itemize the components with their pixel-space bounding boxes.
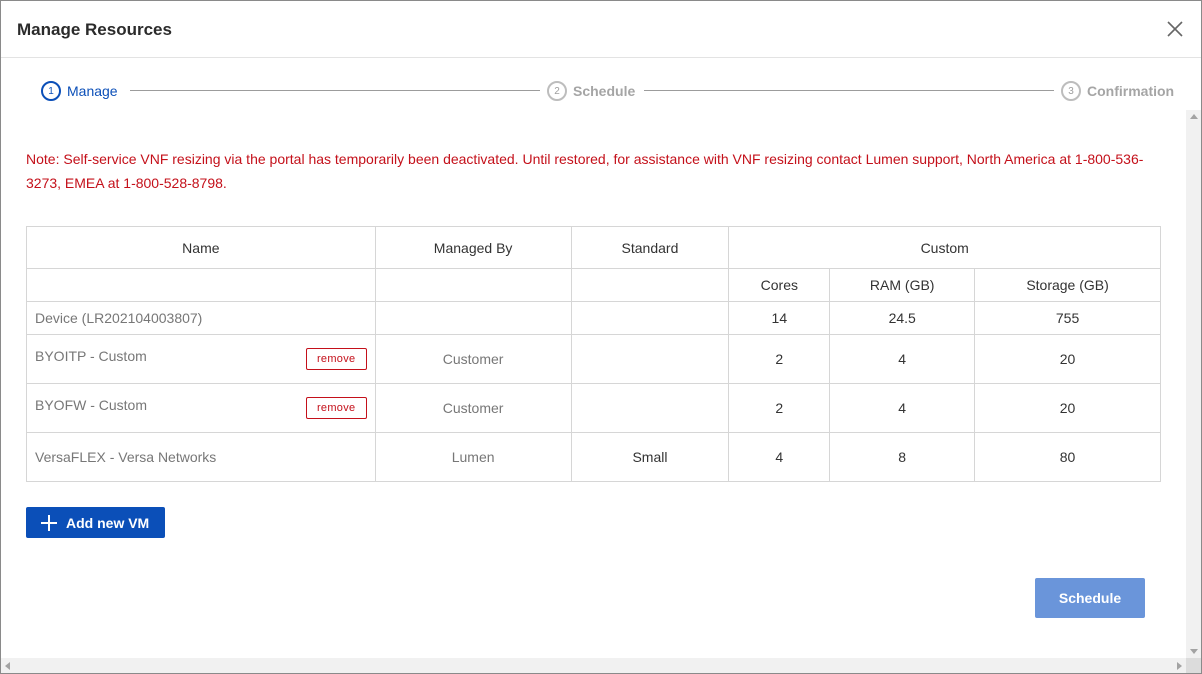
empty-cell (374, 301, 572, 335)
step-connector (644, 90, 1054, 91)
vm-name-cell: VersaFLEX - Versa Networks (26, 432, 376, 482)
vm-name-cell: BYOFW - Custom remove (26, 383, 376, 433)
vm-ram: 4 (829, 334, 976, 384)
dialog-header: Manage Resources (1, 1, 1201, 58)
progress-stepper: 1 Manage 2 Schedule 3 Confirmation (1, 58, 1186, 110)
col-header-custom: Custom (728, 226, 1161, 269)
step-confirmation: 3 Confirmation (1061, 81, 1174, 101)
table-row: VersaFLEX - Versa Networks Lumen Small 4… (26, 432, 1161, 482)
vm-cores: 2 (728, 383, 831, 433)
remove-button[interactable]: remove (305, 348, 367, 370)
remove-button[interactable]: remove (305, 397, 367, 419)
col-header-storage: Storage (GB) (974, 268, 1161, 302)
table-subheader-row: Cores RAM (GB) Storage (GB) (26, 268, 1161, 302)
vm-standard: Small (570, 432, 730, 482)
vm-name: BYOITP - Custom (35, 348, 147, 364)
col-header-cores: Cores (728, 268, 831, 302)
vm-cores: 4 (728, 432, 831, 482)
table-header-row: Name Managed By Standard Custom (26, 226, 1161, 269)
close-icon[interactable] (1165, 19, 1185, 39)
vm-name: VersaFLEX - Versa Networks (35, 449, 217, 465)
scrollbar-corner (1186, 658, 1201, 673)
add-new-vm-label: Add new VM (66, 514, 150, 531)
device-cores: 14 (728, 301, 831, 335)
device-ram: 24.5 (829, 301, 976, 335)
scroll-right-icon[interactable] (1177, 662, 1182, 670)
scroll-down-icon[interactable] (1190, 649, 1198, 654)
dialog-title: Manage Resources (17, 20, 172, 39)
vm-storage: 20 (974, 383, 1161, 433)
device-name: Device (LR202104003807) (26, 301, 376, 335)
vm-name: BYOFW - Custom (35, 397, 148, 413)
empty-cell (570, 301, 730, 335)
device-row: Device (LR202104003807) 14 24.5 755 (26, 301, 1161, 335)
vm-ram: 8 (829, 432, 976, 482)
col-header-ram: RAM (GB) (829, 268, 976, 302)
dialog-content: Note: Self-service VNF resizing via the … (1, 110, 1186, 658)
step-label: Manage (67, 83, 118, 99)
vm-ram: 4 (829, 383, 976, 433)
scroll-up-icon[interactable] (1190, 114, 1198, 119)
vm-managed-by: Lumen (374, 432, 572, 482)
deactivation-note: Note: Self-service VNF resizing via the … (26, 151, 1144, 191)
vertical-scrollbar[interactable] (1186, 110, 1201, 658)
col-header-standard: Standard (570, 226, 730, 269)
step-connector (130, 90, 540, 91)
step-label: Schedule (573, 83, 636, 99)
vm-name-cell: BYOITP - Custom remove (26, 334, 376, 384)
vm-standard (570, 334, 730, 384)
schedule-button[interactable]: Schedule (1035, 578, 1145, 618)
step-schedule: 2 Schedule (547, 81, 635, 101)
vm-standard (570, 383, 730, 433)
add-new-vm-button[interactable]: Add new VM (26, 507, 165, 538)
vm-managed-by: Customer (374, 334, 572, 384)
scroll-left-icon[interactable] (5, 662, 10, 670)
plus-icon (41, 514, 57, 531)
col-header-managed-by: Managed By (374, 226, 572, 269)
table-row: BYOFW - Custom remove Customer 2 4 20 (26, 383, 1161, 433)
device-storage: 755 (974, 301, 1161, 335)
step-number-icon: 3 (1061, 81, 1081, 101)
vm-cores: 2 (728, 334, 831, 384)
vm-storage: 20 (974, 334, 1161, 384)
table-row: BYOITP - Custom remove Customer 2 4 20 (26, 334, 1161, 384)
vm-storage: 80 (974, 432, 1161, 482)
empty-cell (570, 268, 730, 302)
step-number-icon: 1 (41, 81, 61, 101)
resources-table: Name Managed By Standard Custom Cores RA… (26, 226, 1161, 482)
col-header-name: Name (26, 226, 376, 269)
step-manage: 1 Manage (41, 81, 118, 101)
step-number-icon: 2 (547, 81, 567, 101)
empty-cell (374, 268, 572, 302)
vm-managed-by: Customer (374, 383, 572, 433)
step-label: Confirmation (1087, 83, 1175, 99)
horizontal-scrollbar[interactable] (1, 658, 1186, 673)
empty-cell (26, 268, 376, 302)
manage-resources-dialog: Manage Resources 1 Manage 2 Schedule 3 C… (0, 0, 1202, 674)
scroll-thumb[interactable] (1189, 124, 1198, 644)
